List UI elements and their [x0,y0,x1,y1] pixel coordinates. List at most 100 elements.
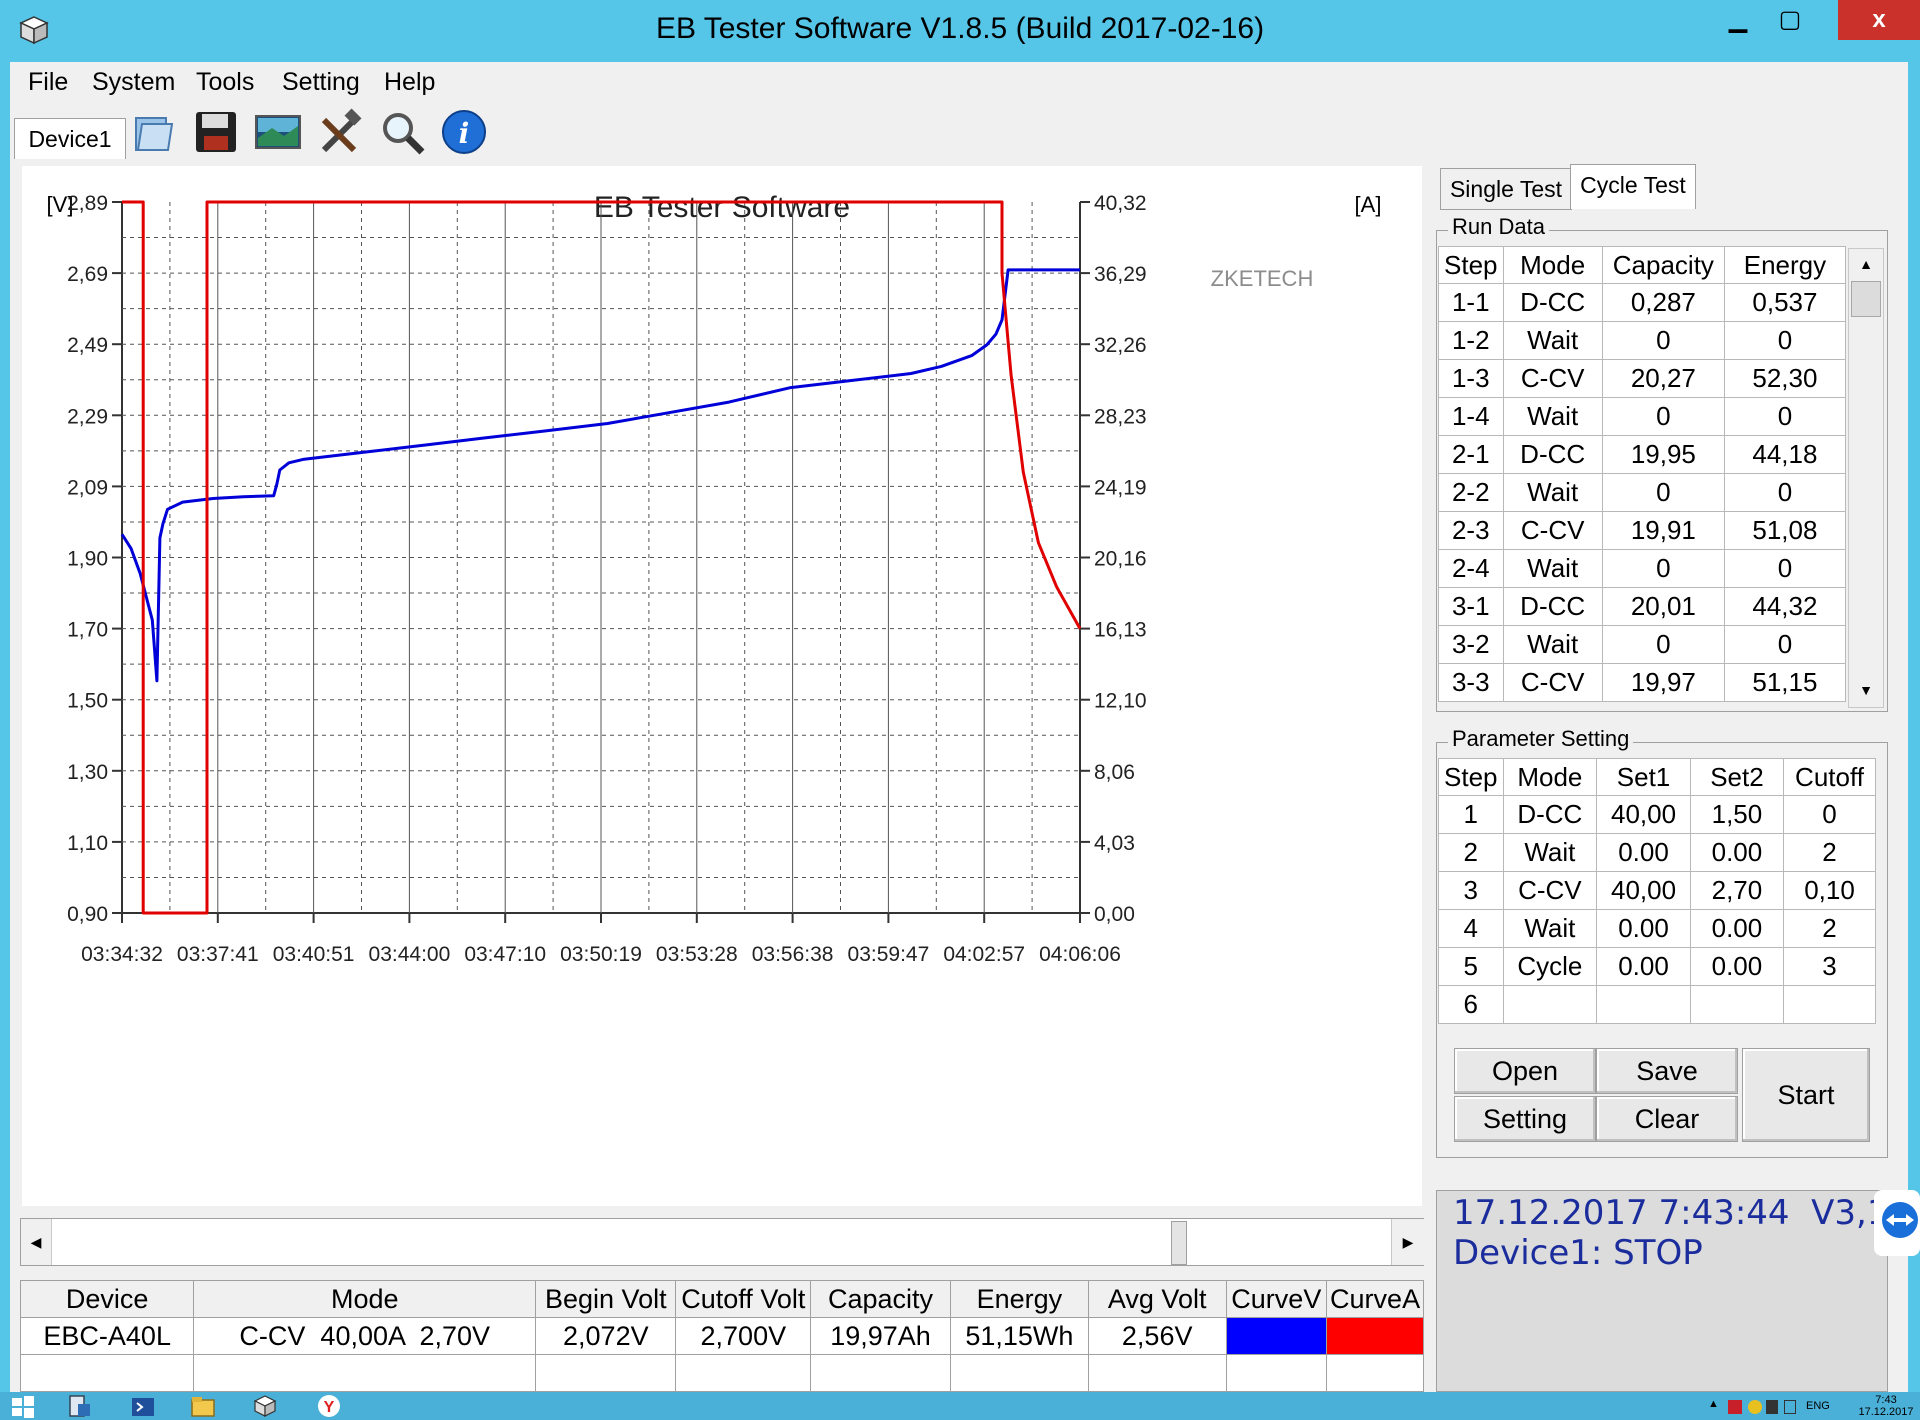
curvea-color-swatch[interactable] [1326,1317,1424,1355]
run-data-row[interactable]: 2-2 Wait 0 0 [1438,473,1847,512]
info-icon[interactable]: i [440,108,488,156]
summary-header-curvev: CurveV [1225,1280,1328,1318]
param-cell-cutoff[interactable]: 2 [1783,833,1876,872]
param-cell-cutoff[interactable]: 3 [1783,947,1876,986]
device-tab[interactable]: Device1 [14,118,126,159]
maximize-button[interactable]: ▢ [1764,0,1816,40]
param-cell-step[interactable]: 4 [1438,909,1504,948]
param-cell-mode[interactable] [1502,985,1598,1024]
server-manager-icon[interactable] [66,1394,92,1418]
param-cell-set2[interactable] [1689,985,1785,1024]
save-icon[interactable] [192,108,240,156]
tab-cycle-test[interactable]: Cycle Test [1570,164,1696,209]
run-data-row[interactable]: 1-4 Wait 0 0 [1438,397,1847,436]
run-data-row[interactable]: 2-3 C-CV 19,91 51,08 [1438,511,1847,550]
windows-start-icon[interactable] [10,1394,36,1418]
scroll-down-arrow-icon[interactable]: ▼ [1849,675,1883,705]
run-data-row[interactable]: 1-1 D-CC 0,287 0,537 [1438,283,1847,322]
tray-volume-icon[interactable] [1784,1400,1796,1414]
save-button[interactable]: Save [1596,1048,1738,1094]
param-cell-mode[interactable]: Wait [1502,909,1598,948]
menu-setting[interactable]: Setting [282,68,360,97]
parameter-table[interactable]: Step Mode Set1 Set2 Cutoff 1 D-CC 40,00 1,5… [1438,758,1876,1024]
run-data-row[interactable]: 3-3 C-CV 19,97 51,15 [1438,663,1847,702]
tray-network-icon[interactable] [1766,1400,1778,1414]
scroll-thumb[interactable] [1171,1221,1187,1265]
param-cell-step[interactable]: 1 [1438,795,1504,834]
powershell-icon[interactable] [130,1394,156,1418]
menu-tools[interactable]: Tools [196,68,254,97]
parameter-row[interactable]: 2 Wait 0.00 0.00 2 [1438,833,1876,872]
summary-header-mode: Mode [193,1280,537,1318]
menu-file[interactable]: File [28,68,68,97]
param-cell-set1[interactable]: 0.00 [1596,947,1691,986]
param-cell-step[interactable]: 3 [1438,871,1504,910]
param-cell-step[interactable]: 5 [1438,947,1504,986]
parameter-row[interactable]: 6 [1438,985,1876,1024]
folder-open-icon[interactable] [130,108,178,156]
curvev-color-swatch[interactable] [1225,1317,1328,1355]
image-icon[interactable] [254,108,302,156]
chart-horizontal-scrollbar[interactable]: ◀ ▶ [20,1218,1424,1266]
tray-clock[interactable]: 7:43 17.12.2017 [1856,1394,1916,1418]
param-cell-set2[interactable]: 0.00 [1689,909,1785,948]
param-cell-mode[interactable]: Cycle [1502,947,1598,986]
param-cell-cutoff[interactable]: 2 [1783,909,1876,948]
param-cell-cutoff[interactable] [1783,985,1876,1024]
param-cell-set2[interactable]: 0.00 [1689,833,1785,872]
param-cell-mode[interactable]: C-CV [1502,871,1598,910]
parameter-row[interactable]: 3 C-CV 40,00 2,70 0,10 [1438,871,1876,910]
parameter-row[interactable]: 5 Cycle 0.00 0.00 3 [1438,947,1876,986]
run-data-row[interactable]: 3-1 D-CC 20,01 44,32 [1438,587,1847,626]
close-button[interactable]: x [1838,0,1920,40]
run-data-row[interactable]: 3-2 Wait 0 0 [1438,625,1847,664]
setting-button[interactable]: Setting [1454,1096,1596,1142]
scroll-up-arrow-icon[interactable]: ▲ [1849,249,1883,279]
param-cell-step[interactable]: 6 [1438,985,1504,1024]
tray-language[interactable]: ENG [1806,1400,1830,1412]
run-cell-step: 2-1 [1438,435,1504,474]
param-cell-cutoff[interactable]: 0,10 [1783,871,1876,910]
parameter-row[interactable]: 4 Wait 0.00 0.00 2 [1438,909,1876,948]
parameter-row[interactable]: 1 D-CC 40,00 1,50 0 [1438,795,1876,834]
tray-lang-flag-icon[interactable] [1728,1400,1742,1414]
param-cell-set1[interactable]: 0.00 [1596,833,1691,872]
param-cell-cutoff[interactable]: 0 [1783,795,1876,834]
menu-system[interactable]: System [92,68,175,97]
run-data-scrollbar[interactable]: ▲ ▼ [1848,248,1884,708]
file-explorer-icon[interactable] [190,1394,216,1418]
tools-icon[interactable] [316,108,364,156]
start-button[interactable]: Start [1742,1048,1870,1142]
eb-tester-taskbar-icon[interactable] [252,1394,278,1418]
scroll-right-arrow-icon[interactable]: ▶ [1391,1219,1424,1265]
param-cell-step[interactable]: 2 [1438,833,1504,872]
param-cell-mode[interactable]: Wait [1502,833,1598,872]
open-button[interactable]: Open [1454,1048,1596,1094]
param-cell-set1[interactable]: 0.00 [1596,909,1691,948]
tab-single-test[interactable]: Single Test [1440,168,1572,210]
y-right-tick-label: 28,23 [1094,405,1147,428]
menu-help[interactable]: Help [384,68,435,97]
remote-support-icon[interactable] [1874,1190,1920,1256]
run-data-row[interactable]: 2-1 D-CC 19,95 44,18 [1438,435,1847,474]
yandex-browser-icon[interactable]: Y [316,1394,342,1418]
summary-data-row[interactable]: EBC-A40L C-CV 40,00A 2,70V 2,072V 2,700V… [19,1317,1424,1355]
run-data-row[interactable]: 2-4 Wait 0 0 [1438,549,1847,588]
scroll-left-arrow-icon[interactable]: ◀ [21,1219,52,1265]
param-cell-set2[interactable]: 2,70 [1689,871,1785,910]
clear-button[interactable]: Clear [1596,1096,1738,1142]
run-data-row[interactable]: 1-2 Wait 0 0 [1438,321,1847,360]
run-scroll-thumb[interactable] [1851,281,1881,317]
param-cell-set2[interactable]: 0.00 [1689,947,1785,986]
tray-overflow-icon[interactable]: ▲ [1708,1398,1719,1410]
tray-date: 17.12.2017 [1858,1406,1914,1418]
param-cell-set1[interactable]: 40,00 [1596,871,1691,910]
minimize-button[interactable]: ▁ [1712,0,1764,40]
param-cell-set1[interactable]: 40,00 [1596,795,1691,834]
param-cell-set1[interactable] [1596,985,1691,1024]
tray-app-icon[interactable] [1748,1400,1762,1414]
run-data-row[interactable]: 1-3 C-CV 20,27 52,30 [1438,359,1847,398]
zoom-icon[interactable] [378,108,426,156]
param-cell-mode[interactable]: D-CC [1502,795,1598,834]
param-cell-set2[interactable]: 1,50 [1689,795,1785,834]
